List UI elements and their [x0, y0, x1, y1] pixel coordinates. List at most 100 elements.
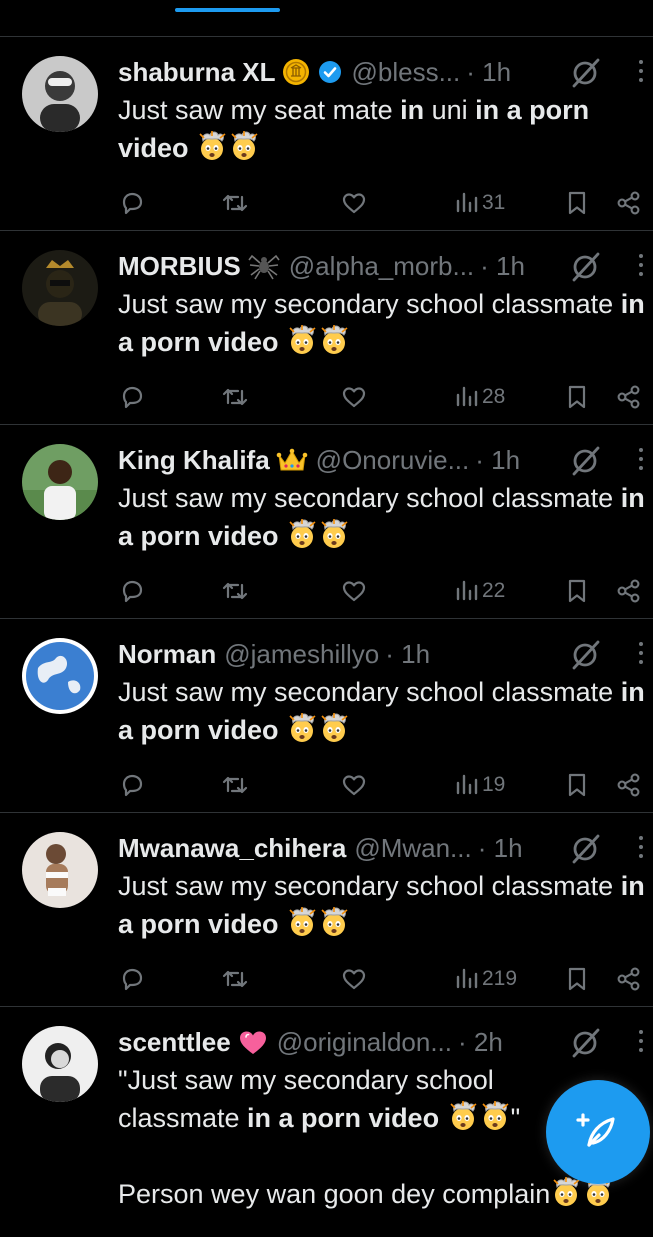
timestamp[interactable]: · 1h [466, 57, 511, 88]
retweet-button[interactable] [220, 379, 250, 415]
avatar[interactable] [22, 832, 98, 908]
tweet-actions: 219 [118, 961, 653, 997]
tweet[interactable]: Norman @jameshillyo · 1h Just saw my sec… [0, 619, 653, 813]
bookmark-button[interactable] [564, 961, 590, 997]
timestamp[interactable]: · 2h [458, 1027, 503, 1058]
share-button[interactable] [615, 185, 643, 221]
reply-button[interactable] [118, 573, 146, 609]
like-button[interactable] [340, 379, 368, 415]
tweet-header: shaburna XL @bless... · 1h [118, 54, 653, 90]
more-options-icon[interactable] [637, 642, 645, 670]
display-name[interactable]: King Khalifa [118, 445, 270, 476]
timestamp[interactable]: · 1h [480, 251, 525, 282]
tweet-header: scenttlee @originaldon... · 2h [118, 1024, 653, 1060]
more-options-icon[interactable] [637, 836, 645, 864]
share-button[interactable] [615, 573, 643, 609]
heart-icon [237, 1027, 269, 1057]
avatar[interactable] [22, 444, 98, 520]
retweet-button[interactable] [220, 573, 250, 609]
display-name[interactable]: MORBIUS [118, 251, 241, 282]
bookmark-button[interactable] [564, 379, 590, 415]
display-name[interactable]: scenttlee [118, 1027, 231, 1058]
handle[interactable]: @Mwan... [354, 833, 471, 864]
tweet-text-part [279, 715, 287, 745]
retweet-button[interactable] [220, 961, 250, 997]
tweet-header: Mwanawa_chihera @Mwan... · 1h [118, 830, 653, 866]
retweet-button[interactable] [220, 767, 250, 803]
like-button[interactable] [340, 767, 368, 803]
tweet[interactable]: Mwanawa_chihera @Mwan... · 1h Just saw m… [0, 813, 653, 1007]
exploding-head-emoji [289, 713, 316, 742]
exploding-head-emoji [321, 713, 348, 742]
tab-indicator [175, 8, 280, 12]
views-count: 31 [482, 191, 506, 214]
timestamp[interactable]: · 1h [475, 445, 520, 476]
more-options-icon[interactable] [637, 1030, 645, 1058]
exploding-head-emoji [199, 131, 226, 160]
exploding-head-emoji [289, 907, 316, 936]
views-button[interactable]: 219 [452, 961, 517, 997]
tweet-actions: 19 [118, 767, 653, 803]
avatar[interactable] [22, 250, 98, 326]
bookmark-button[interactable] [564, 573, 590, 609]
verified-badge-icon [317, 59, 343, 85]
handle[interactable]: @alpha_morb... [289, 251, 474, 282]
tweet-text-part [279, 327, 287, 357]
tweet[interactable]: MORBIUS @alpha_morb... · 1h Just saw my … [0, 231, 653, 425]
like-button[interactable] [340, 185, 368, 221]
avatar[interactable] [22, 56, 98, 132]
views-button[interactable]: 31 [452, 185, 505, 221]
timestamp[interactable]: · 1h [478, 833, 523, 864]
views-count: 19 [482, 773, 506, 796]
timestamp[interactable]: · 1h [385, 639, 430, 670]
reply-button[interactable] [118, 767, 146, 803]
views-icon [454, 771, 480, 799]
more-options-icon[interactable] [637, 448, 645, 476]
share-button[interactable] [615, 767, 643, 803]
like-button[interactable] [340, 961, 368, 997]
views-button[interactable]: 28 [452, 379, 505, 415]
views-button[interactable]: 19 [452, 767, 505, 803]
handle[interactable]: @originaldon... [277, 1027, 452, 1058]
retweet-button[interactable] [220, 185, 250, 221]
coin-badge-icon [281, 57, 311, 87]
tweet-text-part [279, 521, 287, 551]
views-count: 219 [482, 967, 518, 990]
display-name[interactable]: Norman [118, 639, 216, 670]
exploding-head-emoji [289, 519, 316, 548]
tweet[interactable]: shaburna XL @bless... · 1h Just saw my s… [0, 37, 653, 231]
crown-icon [276, 445, 308, 475]
avatar[interactable] [22, 1026, 98, 1102]
views-count: 22 [482, 579, 506, 602]
tweet-text-part: Just saw my secondary school classmate [118, 677, 621, 707]
display-name[interactable]: Mwanawa_chihera [118, 833, 346, 864]
reply-button[interactable] [118, 961, 146, 997]
tweet-text-part: Just saw my seat mate [118, 95, 401, 125]
spider-icon [247, 251, 281, 281]
handle[interactable]: @bless... [351, 57, 460, 88]
compose-post-button[interactable] [546, 1080, 650, 1184]
reply-button[interactable] [118, 379, 146, 415]
exploding-head-emoji [450, 1101, 477, 1130]
tweet-text-part: Just saw my secondary school classmate [118, 483, 621, 513]
handle[interactable]: @Onoruvie... [316, 445, 470, 476]
avatar[interactable] [22, 638, 98, 714]
bookmark-button[interactable] [564, 767, 590, 803]
tweet-text-bold: in a porn video [247, 1103, 440, 1133]
views-icon [454, 189, 480, 217]
exploding-head-emoji [321, 519, 348, 548]
display-name[interactable]: shaburna XL [118, 57, 275, 88]
share-button[interactable] [615, 379, 643, 415]
tweet-actions: 28 [118, 379, 653, 415]
views-button[interactable]: 22 [452, 573, 505, 609]
tweet[interactable]: King Khalifa @Onoruvie... · 1h Just saw … [0, 425, 653, 619]
share-button[interactable] [615, 961, 643, 997]
tweet-text-part: uni [424, 95, 476, 125]
bookmark-button[interactable] [564, 185, 590, 221]
more-options-icon[interactable] [637, 60, 645, 88]
more-options-icon[interactable] [637, 254, 645, 282]
handle[interactable]: @jameshillyo [224, 639, 379, 670]
reply-button[interactable] [118, 185, 146, 221]
exploding-head-emoji [231, 131, 258, 160]
like-button[interactable] [340, 573, 368, 609]
